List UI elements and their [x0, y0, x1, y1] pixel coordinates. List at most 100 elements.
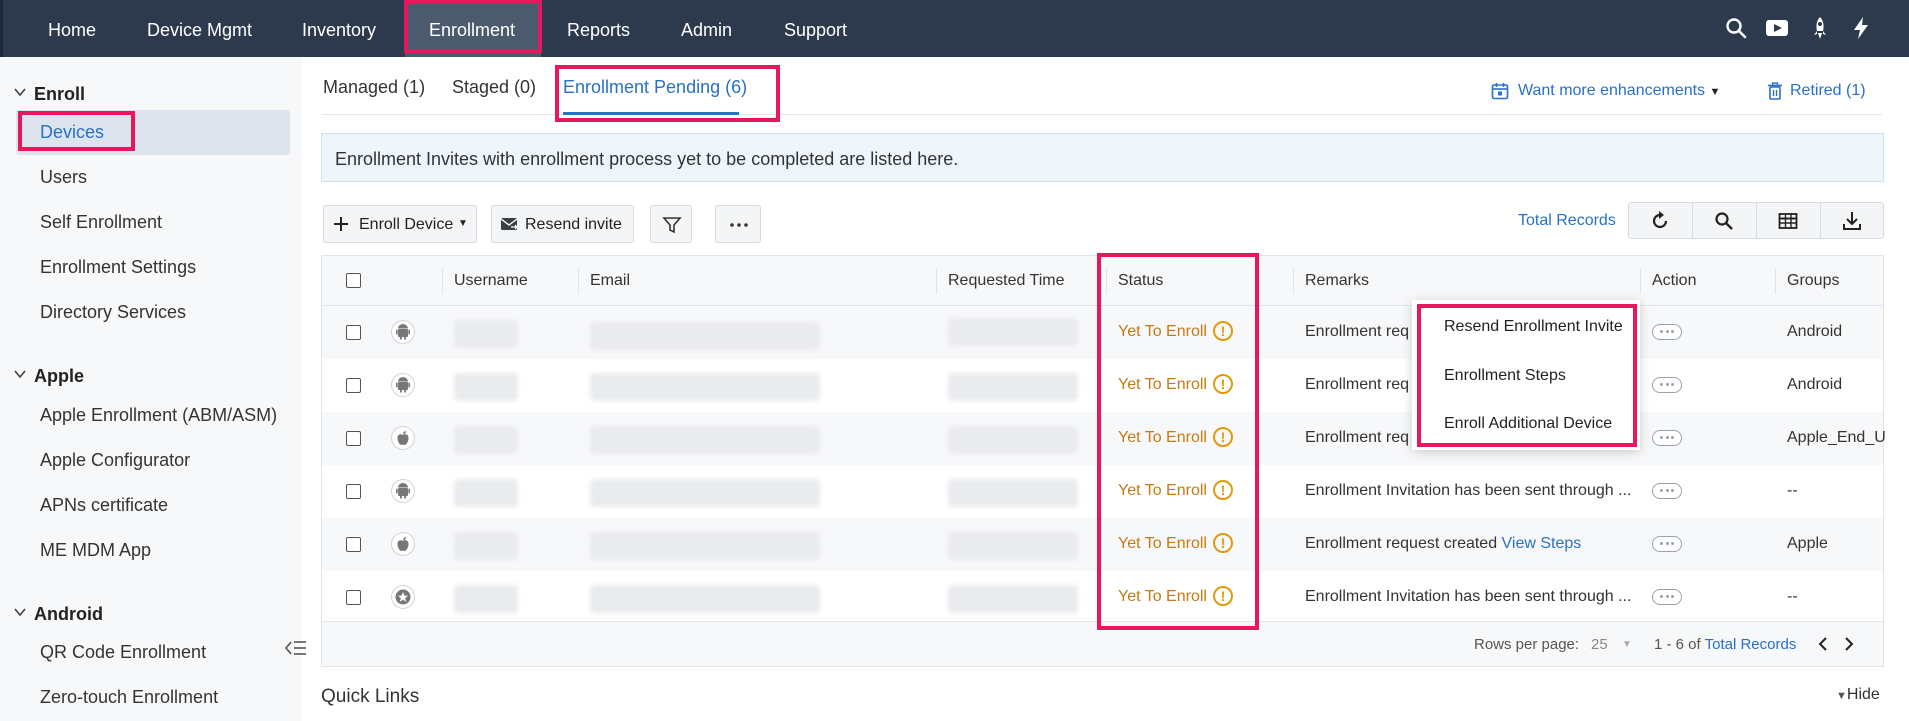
- table-row[interactable]: Yet To Enroll ! Enrollment req Android: [322, 306, 1883, 359]
- table-columns-icon: [1778, 213, 1798, 229]
- menu-item-enrollment-steps[interactable]: Enrollment Steps: [1444, 367, 1566, 385]
- sidebar-item-apple-enrollment[interactable]: Apple Enrollment (ABM/ASM): [40, 405, 277, 426]
- collapse-sidebar-icon[interactable]: [285, 638, 307, 658]
- column-header-requested-time[interactable]: Requested Time: [948, 272, 1065, 290]
- group-text: Apple_End_U: [1787, 429, 1886, 446]
- tab-enrollment-pending[interactable]: Enrollment Pending (6): [563, 77, 747, 98]
- menu-item-resend-invite[interactable]: Resend Enrollment Invite: [1444, 318, 1623, 336]
- filter-button[interactable]: [650, 205, 692, 243]
- enhancements-link[interactable]: Want more enhancements ▼: [1518, 82, 1720, 100]
- redacted-email: [590, 373, 820, 401]
- nav-reports[interactable]: Reports: [567, 0, 630, 57]
- group-text: --: [1787, 482, 1798, 499]
- quick-links-heading: Quick Links: [321, 686, 420, 707]
- row-checkbox[interactable]: [346, 431, 361, 446]
- chevron-down-icon: [14, 608, 26, 617]
- video-icon[interactable]: [1765, 16, 1789, 40]
- redacted-username: [454, 373, 518, 401]
- sidebar-group-apple[interactable]: Apple: [14, 366, 84, 387]
- column-header-status[interactable]: Status: [1118, 272, 1163, 290]
- sidebar-item-enrollment-settings[interactable]: Enrollment Settings: [40, 257, 196, 278]
- sidebar-group-enroll[interactable]: Enroll: [14, 84, 85, 105]
- caret-down-icon[interactable]: ▼: [1622, 639, 1632, 650]
- redacted-time: [948, 479, 1078, 507]
- row-action-button[interactable]: [1652, 377, 1682, 393]
- table-row[interactable]: Yet To Enroll ! Enrollment request creat…: [322, 518, 1883, 571]
- row-action-button[interactable]: [1652, 324, 1682, 340]
- table-row[interactable]: Yet To Enroll ! Enrollment req Android: [322, 359, 1883, 412]
- tab-staged[interactable]: Staged (0): [452, 77, 536, 98]
- refresh-button[interactable]: [1629, 203, 1693, 238]
- column-header-groups[interactable]: Groups: [1787, 272, 1839, 290]
- redacted-username: [454, 320, 518, 348]
- download-button[interactable]: [1821, 203, 1885, 238]
- column-header-email[interactable]: Email: [590, 272, 630, 290]
- enroll-device-button[interactable]: Enroll Device ▼: [323, 205, 477, 243]
- column-header-username[interactable]: Username: [454, 272, 528, 290]
- redacted-username: [454, 532, 518, 560]
- remark-text: Enrollment Invitation has been sent thro…: [1305, 588, 1640, 606]
- rows-per-page-select[interactable]: 25: [1591, 636, 1608, 653]
- redacted-email: [590, 479, 820, 507]
- lightning-icon[interactable]: [1849, 16, 1873, 40]
- select-all-checkbox[interactable]: [346, 273, 361, 288]
- sidebar-item-devices[interactable]: Devices: [40, 122, 104, 143]
- pagination-range: 1 - 6 of Total Records: [1654, 636, 1796, 653]
- sidebar-item-qr-code-enrollment[interactable]: QR Code Enrollment: [40, 642, 206, 663]
- total-records-footer-link[interactable]: Total Records: [1705, 636, 1797, 653]
- warning-icon: !: [1213, 480, 1233, 500]
- chevron-down-icon: [14, 88, 26, 97]
- tab-managed[interactable]: Managed (1): [323, 77, 425, 98]
- remark-text: Enrollment Invitation has been sent thro…: [1305, 482, 1640, 500]
- row-checkbox[interactable]: [346, 325, 361, 340]
- resend-invite-label: Resend invite: [525, 216, 622, 233]
- sidebar-item-me-mdm-app[interactable]: ME MDM App: [40, 540, 151, 561]
- nav-admin[interactable]: Admin: [681, 0, 732, 57]
- search-icon[interactable]: [1724, 16, 1748, 40]
- sidebar-item-apple-configurator[interactable]: Apple Configurator: [40, 450, 190, 471]
- chevron-right-icon[interactable]: [1843, 637, 1855, 651]
- view-steps-link[interactable]: View Steps: [1502, 535, 1582, 552]
- chevron-left-icon[interactable]: [1817, 637, 1829, 651]
- table-row[interactable]: Yet To Enroll ! Enrollment Invitation ha…: [322, 465, 1883, 518]
- row-action-button[interactable]: [1652, 483, 1682, 499]
- hide-label: Hide: [1846, 686, 1880, 703]
- columns-button[interactable]: [1757, 203, 1821, 238]
- row-action-button[interactable]: [1652, 430, 1682, 446]
- status-text: Yet To Enroll: [1118, 535, 1207, 552]
- enroll-device-label: Enroll Device: [359, 216, 454, 233]
- row-checkbox[interactable]: [346, 484, 361, 499]
- nav-device-mgmt[interactable]: Device Mgmt: [147, 0, 252, 57]
- nav-home[interactable]: Home: [48, 0, 96, 57]
- total-records-link[interactable]: Total Records: [1518, 212, 1616, 230]
- sidebar-item-users[interactable]: Users: [40, 167, 87, 188]
- sidebar-item-directory-services[interactable]: Directory Services: [40, 302, 186, 323]
- row-checkbox[interactable]: [346, 537, 361, 552]
- row-checkbox[interactable]: [346, 590, 361, 605]
- trash-icon: [1768, 82, 1782, 100]
- table-search-button[interactable]: [1693, 203, 1757, 238]
- resend-invite-button[interactable]: Resend invite: [491, 205, 634, 243]
- column-header-remarks[interactable]: Remarks: [1305, 272, 1369, 290]
- redacted-time: [948, 373, 1078, 401]
- row-action-button[interactable]: [1652, 589, 1682, 605]
- table-row[interactable]: Yet To Enroll ! Enrollment Invitation ha…: [322, 571, 1883, 624]
- nav-enrollment[interactable]: Enrollment: [405, 0, 541, 57]
- menu-item-enroll-additional-device[interactable]: Enroll Additional Device: [1444, 415, 1612, 433]
- sidebar-item-apns-certificate[interactable]: APNs certificate: [40, 495, 168, 516]
- android-icon: [391, 320, 415, 344]
- nav-inventory[interactable]: Inventory: [302, 0, 376, 57]
- sidebar-group-label: Apple: [34, 366, 85, 386]
- row-checkbox[interactable]: [346, 378, 361, 393]
- rocket-icon[interactable]: [1808, 16, 1832, 40]
- tabs-divider: [322, 114, 1882, 115]
- sidebar-item-self-enrollment[interactable]: Self Enrollment: [40, 212, 162, 233]
- hide-quick-links-toggle[interactable]: ▼Hide: [1836, 686, 1880, 704]
- nav-support[interactable]: Support: [784, 0, 847, 57]
- more-options-button[interactable]: [715, 205, 761, 243]
- row-action-button[interactable]: [1652, 536, 1682, 552]
- table-row[interactable]: Yet To Enroll ! Enrollment req Apple_End…: [322, 412, 1886, 465]
- retired-link[interactable]: Retired (1): [1790, 82, 1866, 100]
- sidebar-item-zero-touch-enrollment[interactable]: Zero-touch Enrollment: [40, 687, 218, 708]
- sidebar-group-android[interactable]: Android: [14, 604, 103, 625]
